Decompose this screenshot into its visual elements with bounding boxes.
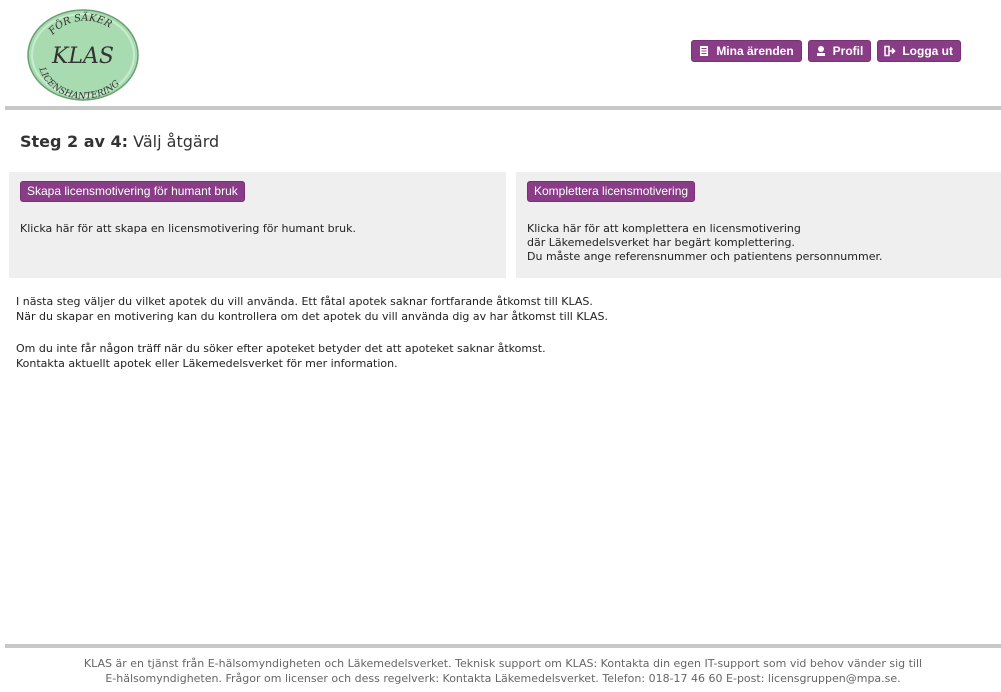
top-nav: Mina ärenden Profil Logga ut	[691, 40, 961, 62]
footer-line: KLAS är en tjänst från E-hälsomyndighete…	[83, 657, 923, 670]
page-title: Steg 2 av 4: Välj åtgärd	[20, 132, 219, 151]
info-line: Om du inte får någon träff när du söker …	[16, 342, 546, 355]
description-line: Du måste ange referensnummer och patient…	[527, 250, 883, 263]
klas-logo-graphic: FÖR SÄKER KLAS LICENSHANTERING	[27, 9, 139, 102]
my-cases-label: Mina ärenden	[716, 44, 794, 58]
profile-button[interactable]: Profil	[807, 40, 872, 62]
description-line: där Läkemedelsverket har begärt komplett…	[527, 236, 795, 249]
header: FÖR SÄKER KLAS LICENSHANTERING Mina ären…	[0, 0, 1001, 106]
step-title: Välj åtgärd	[133, 132, 220, 151]
complete-motivation-card[interactable]: Komplettera licensmotivering Klicka här …	[516, 172, 1001, 278]
create-motivation-card[interactable]: Skapa licensmotivering för humant bruk K…	[9, 172, 506, 278]
pharmacy-access-info-text: Om du inte får någon träff när du söker …	[16, 341, 546, 371]
footer-line: E-hälsomyndigheten. Frågor om licenser o…	[105, 672, 901, 685]
klas-logo[interactable]: FÖR SÄKER KLAS LICENSHANTERING	[26, 8, 140, 102]
pharmacy-info-text: I nästa steg väljer du vilket apotek du …	[16, 294, 608, 324]
footer: KLAS är en tjänst från E-hälsomyndighete…	[5, 656, 1001, 686]
profile-label: Profil	[832, 44, 864, 58]
description-line: Klicka här för att komplettera en licens…	[527, 222, 801, 235]
complete-motivation-badge[interactable]: Komplettera licensmotivering	[527, 181, 696, 202]
description-line: Klicka här för att skapa en licensmotive…	[20, 222, 357, 235]
complete-motivation-description: Klicka här för att komplettera en licens…	[527, 222, 990, 264]
step-indicator: Steg 2 av 4:	[20, 132, 129, 151]
my-cases-button[interactable]: Mina ärenden	[691, 40, 802, 62]
logout-button[interactable]: Logga ut	[877, 40, 961, 62]
logo-main-text: KLAS	[51, 44, 114, 69]
info-line: När du skapar en motivering kan du kontr…	[16, 310, 608, 323]
create-motivation-badge[interactable]: Skapa licensmotivering för humant bruk	[20, 181, 245, 202]
info-line: Kontakta aktuellt apotek eller Läkemedel…	[16, 357, 398, 370]
logout-icon	[884, 45, 896, 57]
info-line: I nästa steg väljer du vilket apotek du …	[16, 295, 593, 308]
footer-divider	[5, 644, 1001, 648]
header-divider	[5, 106, 1001, 110]
document-icon	[698, 45, 710, 57]
user-icon	[815, 45, 827, 57]
logout-label: Logga ut	[902, 44, 953, 58]
create-motivation-description: Klicka här för att skapa en licensmotive…	[20, 222, 495, 236]
